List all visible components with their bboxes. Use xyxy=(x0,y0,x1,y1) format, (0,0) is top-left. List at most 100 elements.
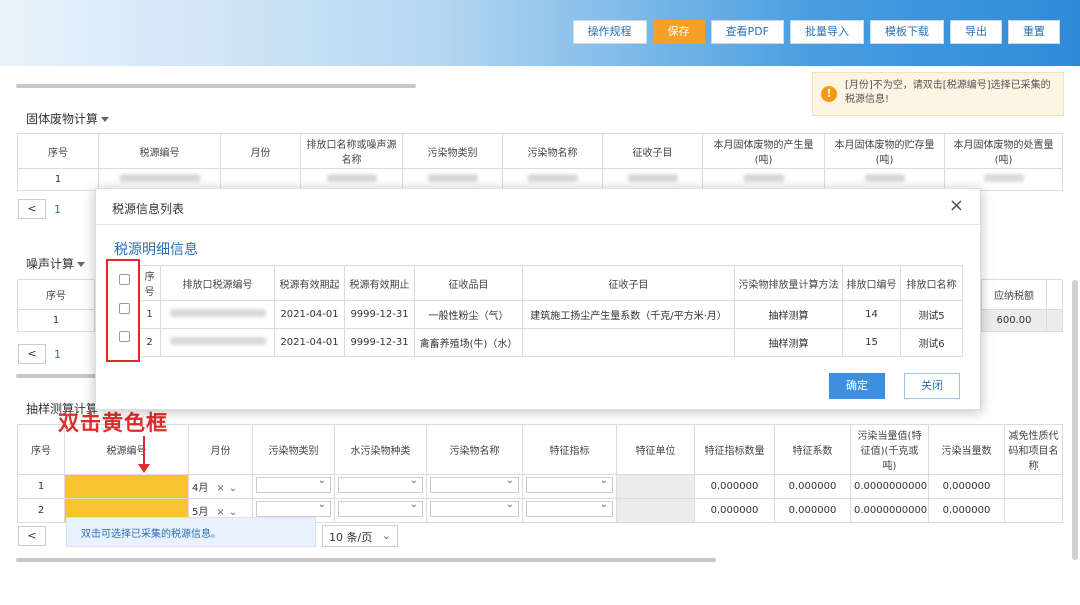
modal-subtitle: 税源明细信息 xyxy=(114,242,198,258)
horizontal-scrollbar[interactable] xyxy=(16,84,416,88)
row-index: 1 xyxy=(17,168,99,191)
col-header: 特征系数 xyxy=(774,424,851,475)
per-page-select[interactable]: 10 条/页 ⌄ xyxy=(322,525,398,547)
close-icon[interactable]: × xyxy=(949,197,964,215)
feature-coef-cell[interactable]: 0.000000 xyxy=(774,498,851,523)
warning-icon: ! xyxy=(821,86,837,102)
levy-subitem: 建筑施工扬尘产生量系数（千克/平方米·月） xyxy=(522,300,735,329)
row-index: 2 xyxy=(17,498,65,523)
equivalent-value-cell: 0.0000000000 xyxy=(850,498,929,523)
template-download-button[interactable]: 模板下载 xyxy=(870,20,944,44)
col-header: 减免性质代码和项目名称 xyxy=(1004,424,1063,475)
col-header: 税源编号 xyxy=(98,133,221,169)
feature-unit-cell xyxy=(616,474,695,499)
blurred-value xyxy=(627,174,678,182)
page-number[interactable]: 1 xyxy=(54,348,61,361)
vertical-scrollbar[interactable] xyxy=(1072,280,1078,560)
select-box[interactable] xyxy=(338,500,423,517)
select-box[interactable] xyxy=(526,500,613,517)
tax-source-code xyxy=(160,328,275,357)
col-header: 特征指标数量 xyxy=(694,424,775,475)
close-button[interactable]: 关闭 xyxy=(904,373,960,399)
horizontal-scrollbar[interactable] xyxy=(16,558,716,562)
tax-amount-cell: 600.00 xyxy=(981,309,1047,332)
col-header: 序号 xyxy=(17,133,99,169)
select-box[interactable] xyxy=(430,476,519,493)
chevron-down-icon: ⌄ xyxy=(381,529,391,542)
col-header: 征收子目 xyxy=(522,265,735,301)
col-header xyxy=(1046,279,1063,310)
blurred-value xyxy=(743,174,784,182)
annotation-arrow xyxy=(143,436,145,466)
pager-noise: < 1 xyxy=(18,344,61,364)
col-header: 序号 xyxy=(138,265,161,301)
pollutant-name-select[interactable] xyxy=(426,474,523,499)
table-row[interactable]: 1 2021-04-01 9999-12-31 一般性粉尘（气） 建筑施工扬尘产… xyxy=(138,300,963,329)
feature-index-select[interactable] xyxy=(522,474,617,499)
col-header: 污染物类别 xyxy=(402,133,503,169)
feature-unit-cell xyxy=(616,498,695,523)
warning-tooltip: ! [月份]不为空，请双击[税源编号]选择已采集的税源信息! xyxy=(812,72,1064,116)
month-select[interactable]: 4月 × ⌄ xyxy=(188,474,253,499)
save-button[interactable]: 保存 xyxy=(652,20,705,44)
arrow-down-icon xyxy=(138,464,150,473)
levy-subitem xyxy=(522,328,735,357)
col-header: 污染当量数 xyxy=(928,424,1005,475)
calc-method: 抽样测算 xyxy=(734,328,843,357)
prev-page-button[interactable]: < xyxy=(18,199,46,219)
noise-title[interactable]: 噪声计算 xyxy=(26,255,86,272)
export-button[interactable]: 导出 xyxy=(950,20,1002,44)
select-box[interactable] xyxy=(338,476,423,493)
solid-waste-title-text: 固体废物计算 xyxy=(26,112,99,126)
col-header: 本月固体废物的贮存量(吨) xyxy=(824,133,945,169)
chevron-down-icon[interactable]: ⌄ xyxy=(229,483,237,494)
prev-page-button[interactable]: < xyxy=(18,344,46,364)
blurred-value xyxy=(169,337,266,345)
table-row: 1 xyxy=(17,309,95,332)
pollutant-category-select[interactable] xyxy=(252,474,335,499)
select-box[interactable] xyxy=(526,476,613,493)
feature-coef-cell[interactable]: 0.000000 xyxy=(774,474,851,499)
col-header: 特征单位 xyxy=(616,424,695,475)
feature-qty-cell[interactable]: 0.000000 xyxy=(694,498,775,523)
col-header: 应纳税额 xyxy=(981,279,1047,310)
col-header: 水污染物种类 xyxy=(334,424,427,475)
row-index: 1 xyxy=(17,474,65,499)
equivalent-count-cell: 0.000000 xyxy=(928,474,1005,499)
feature-qty-cell[interactable]: 0.000000 xyxy=(694,474,775,499)
tax-source-code-cell[interactable] xyxy=(64,474,189,499)
outlet-name: 测试5 xyxy=(900,300,963,329)
prev-page-button[interactable]: < xyxy=(18,526,46,546)
blurred-value xyxy=(119,174,200,182)
select-box[interactable] xyxy=(430,500,519,517)
view-pdf-button[interactable]: 查看PDF xyxy=(710,20,784,44)
select-box[interactable] xyxy=(256,476,331,493)
feature-index-select[interactable] xyxy=(522,498,617,523)
table-cell[interactable] xyxy=(1004,474,1063,499)
clear-icon[interactable]: × xyxy=(216,483,224,494)
water-pollutant-type-select[interactable] xyxy=(334,474,427,499)
col-header: 污染当量值(特征值)(千克或吨) xyxy=(850,424,929,475)
pollutant-name-select[interactable] xyxy=(426,498,523,523)
reset-button[interactable]: 重置 xyxy=(1008,20,1060,44)
col-header: 月份 xyxy=(188,424,253,475)
month-value: 4月 xyxy=(192,483,209,494)
confirm-button[interactable]: 确定 xyxy=(829,373,885,399)
solid-waste-title[interactable]: 固体废物计算 xyxy=(26,110,110,127)
annotation-label: 双击黄色框 xyxy=(58,411,168,435)
outlet-code: 15 xyxy=(842,328,901,357)
water-pollutant-type-select[interactable] xyxy=(334,498,427,523)
select-box[interactable] xyxy=(256,500,331,517)
blurred-value xyxy=(527,174,578,182)
batch-import-button[interactable]: 批量导入 xyxy=(790,20,864,44)
chevron-down-icon xyxy=(77,262,86,267)
table-cell[interactable] xyxy=(1004,498,1063,523)
warning-text: [月份]不为空，请双击[税源编号]选择已采集的税源信息! xyxy=(845,80,1051,105)
col-header: 月份 xyxy=(220,133,301,169)
tax-source-code xyxy=(160,300,275,329)
page-number[interactable]: 1 xyxy=(54,203,61,216)
operation-guide-button[interactable]: 操作规程 xyxy=(572,20,647,44)
hint-tooltip: 双击可选择已采集的税源信息。 xyxy=(66,517,316,547)
levy-item: 禽畜养殖场(牛)（水） xyxy=(414,328,523,357)
table-row[interactable]: 2 2021-04-01 9999-12-31 禽畜养殖场(牛)（水） 抽样测算… xyxy=(138,328,963,357)
